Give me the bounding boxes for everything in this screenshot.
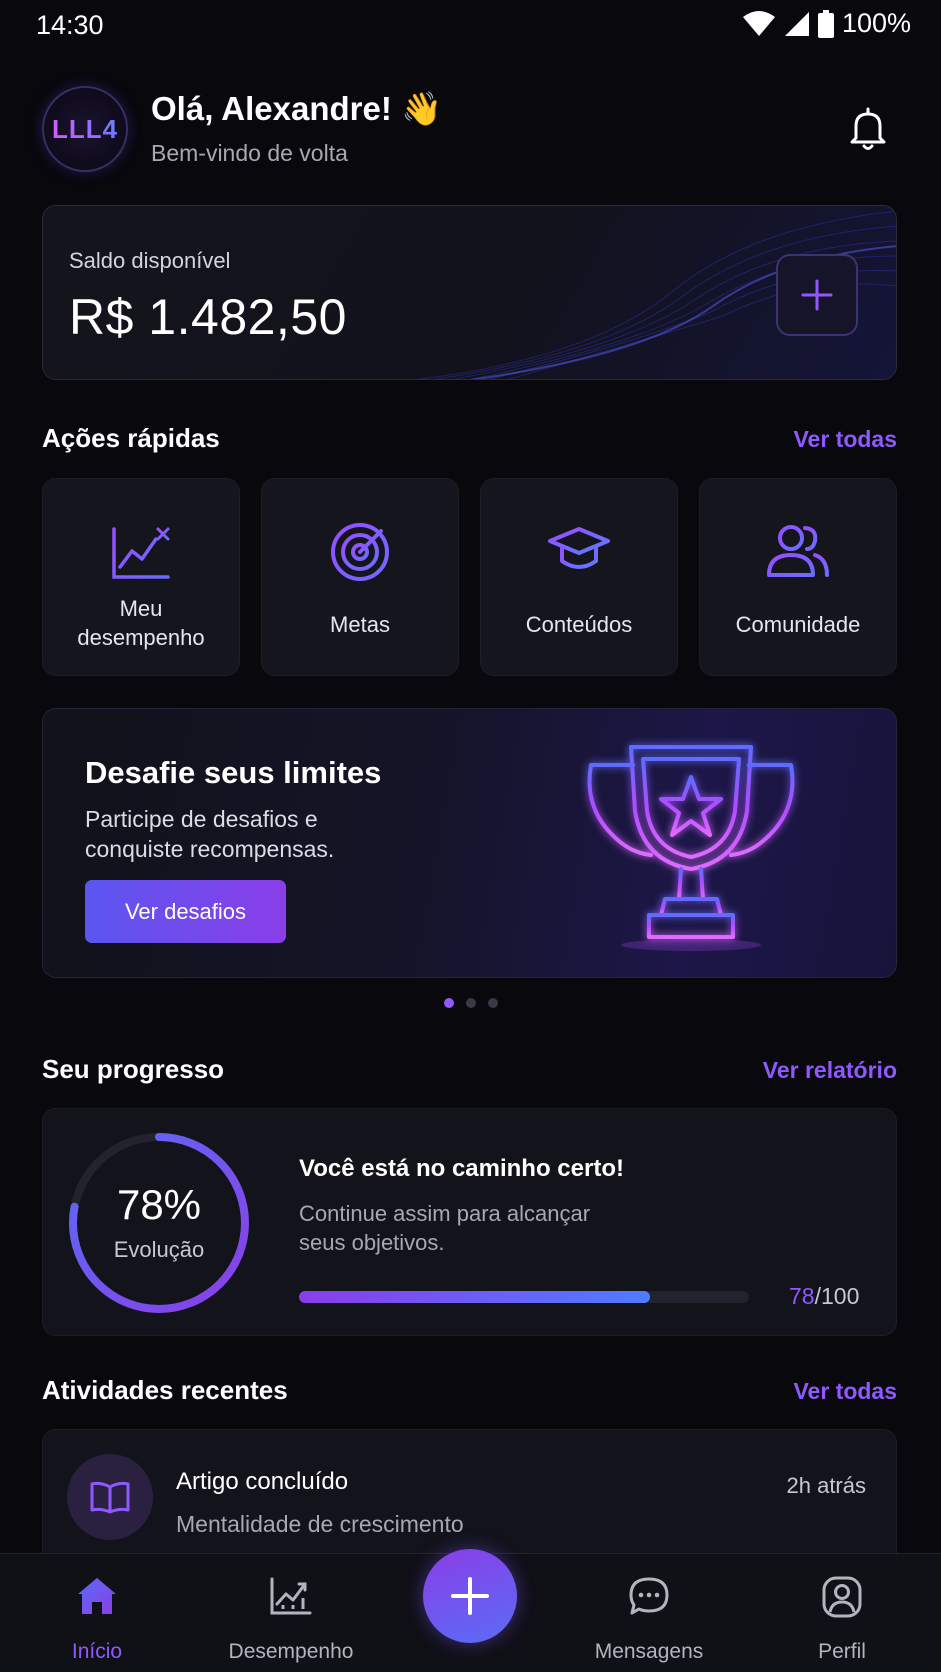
quick-action-goals-label: Metas <box>330 612 390 637</box>
greeting-title: Olá, Alexandre! 👋 <box>151 90 443 127</box>
quick-action-community-label: Comunidade <box>735 612 861 637</box>
progress-report-link[interactable]: Ver relatório <box>763 1057 897 1084</box>
wifi-icon <box>742 10 775 36</box>
progress-title: Seu progresso <box>42 1054 225 1084</box>
avatar[interactable]: LLL4 <box>42 86 128 172</box>
chat-icon <box>629 1577 669 1615</box>
graduation-cap-icon <box>548 527 610 569</box>
activities-title: Atividades recentes <box>42 1375 288 1405</box>
balance-card: Saldo disponível R$ 1.482,50 <box>42 205 897 380</box>
progress-headline: Você está no caminho certo! <box>299 1155 624 1182</box>
banner-title: Desafie seus limites <box>85 755 382 790</box>
chart-icon <box>270 1577 312 1615</box>
create-fab-button[interactable] <box>423 1549 517 1643</box>
banner-text: Participe de desafios e conquiste recomp… <box>85 806 335 862</box>
activity-icon-container <box>67 1454 153 1540</box>
book-icon <box>90 1481 130 1514</box>
nav-performance[interactable]: Desempenho <box>216 1554 366 1672</box>
quick-action-contents-label: Conteúdos <box>525 612 633 637</box>
quick-actions-see-all-link[interactable]: Ver todas <box>793 426 897 453</box>
activities-see-all-link[interactable]: Ver todas <box>793 1378 897 1405</box>
add-balance-button[interactable] <box>776 254 858 336</box>
avatar-logo: LLL4 <box>51 113 119 144</box>
signal-icon <box>784 11 809 36</box>
progress-total: /100 <box>814 1283 860 1309</box>
quick-action-community[interactable]: Comunidade <box>699 478 897 676</box>
activity-item[interactable]: Artigo concluído Mentalidade de crescime… <box>42 1429 897 1569</box>
progress-bar-fill <box>299 1291 650 1303</box>
nav-performance-label: Desempenho <box>228 1640 354 1663</box>
plus-icon <box>801 279 833 311</box>
battery-icon <box>817 9 834 38</box>
status-icons: 100% <box>742 8 911 39</box>
quick-action-performance-label-line2: desempenho <box>77 625 205 650</box>
status-time: 14:30 <box>36 10 104 40</box>
trophy-icon <box>587 745 795 951</box>
progress-percent: 78% <box>116 1181 202 1228</box>
progress-text: Continue assim para alcançar seus objeti… <box>299 1201 591 1255</box>
progress-bar <box>299 1291 749 1303</box>
nav-home[interactable]: Início <box>22 1554 172 1672</box>
nav-profile-label: Perfil <box>818 1640 866 1663</box>
plus-icon <box>451 1577 489 1615</box>
nav-profile[interactable]: Perfil <box>767 1554 917 1672</box>
activity-subtitle: Mentalidade de crescimento <box>176 1511 464 1537</box>
battery-level: 100% <box>841 8 911 38</box>
activity-title: Artigo concluído <box>176 1468 349 1495</box>
greeting-subtitle: Bem-vindo de volta <box>151 140 348 166</box>
progress-count: 78/100 <box>789 1283 859 1310</box>
progress-card: 78% Evolução Você está no caminho certo!… <box>42 1108 897 1336</box>
profile-icon <box>822 1576 862 1618</box>
challenge-banner[interactable]: Desafie seus limites Participe de desafi… <box>42 708 897 978</box>
quick-action-contents[interactable]: Conteúdos <box>480 478 678 676</box>
banner-pagination <box>0 998 941 1008</box>
progress-ring-label: Evolução <box>113 1237 205 1262</box>
pagination-dot-2[interactable] <box>465 998 476 1008</box>
balance-label: Saldo disponível <box>69 248 231 273</box>
quick-actions-title: Ações rápidas <box>42 423 220 453</box>
nav-home-label: Início <box>71 1640 123 1663</box>
home-icon <box>78 1578 116 1614</box>
notification-bell-icon[interactable] <box>846 106 890 152</box>
progress-current: 78 <box>789 1283 815 1309</box>
quick-action-performance[interactable]: Meu desempenho <box>42 478 240 676</box>
balance-value: R$ 1.482,50 <box>69 289 347 345</box>
community-icon <box>767 525 829 577</box>
activity-time: 2h atrás <box>786 1473 867 1498</box>
quick-action-goals[interactable]: Metas <box>261 478 459 676</box>
pagination-dot-3[interactable] <box>487 998 498 1008</box>
nav-messages-label: Mensagens <box>594 1640 704 1663</box>
performance-chart-icon <box>112 527 170 579</box>
nav-messages[interactable]: Mensagens <box>574 1554 724 1672</box>
pagination-dot-1[interactable] <box>443 998 454 1008</box>
see-challenges-button[interactable]: Ver desafios <box>85 880 286 943</box>
quick-action-performance-label-line1: Meu <box>119 596 163 621</box>
target-icon <box>331 523 389 581</box>
